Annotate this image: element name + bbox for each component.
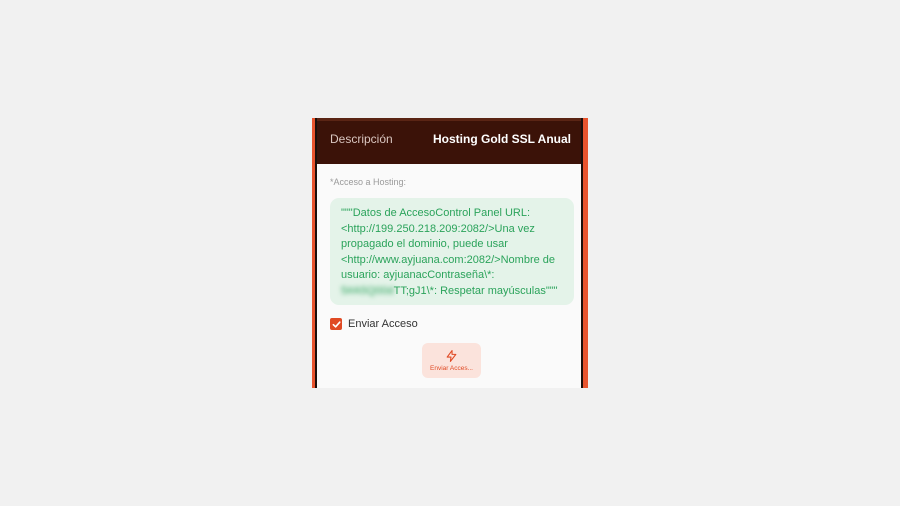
- access-field-label: *Acceso a Hosting:: [330, 177, 407, 187]
- access-text-field[interactable]: """Datos de AccesoControl Panel URL: <ht…: [330, 198, 574, 305]
- phone-frame: Descripción Hosting Gold SSL Anual *Acce…: [312, 118, 588, 388]
- send-access-button[interactable]: Enviar Acces...: [422, 343, 481, 378]
- send-access-button-label: Enviar Acces...: [430, 365, 473, 372]
- send-access-checkbox-label: Enviar Acceso: [348, 318, 418, 330]
- phone-screen: Descripción Hosting Gold SSL Anual *Acce…: [315, 118, 583, 388]
- send-access-checkbox-row[interactable]: Enviar Acceso: [330, 317, 418, 331]
- description-label: Descripción: [330, 132, 393, 146]
- access-text-visible: """Datos de AccesoControl Panel URL: <ht…: [341, 207, 556, 281]
- access-text-redacted: 5#A5Q00d: [341, 284, 394, 297]
- access-text-tail: TT;gJ1\*: Respetar mayúsculas""": [393, 284, 558, 297]
- description-value: Hosting Gold SSL Anual: [433, 132, 571, 146]
- send-access-checkbox[interactable]: [330, 318, 342, 330]
- lightning-icon: [446, 350, 457, 362]
- description-header: Descripción Hosting Gold SSL Anual: [317, 118, 581, 164]
- access-text: """Datos de AccesoControl Panel URL: <ht…: [341, 206, 566, 299]
- form-content: *Acceso a Hosting: """Datos de AccesoCon…: [317, 164, 581, 388]
- check-icon: [332, 320, 341, 328]
